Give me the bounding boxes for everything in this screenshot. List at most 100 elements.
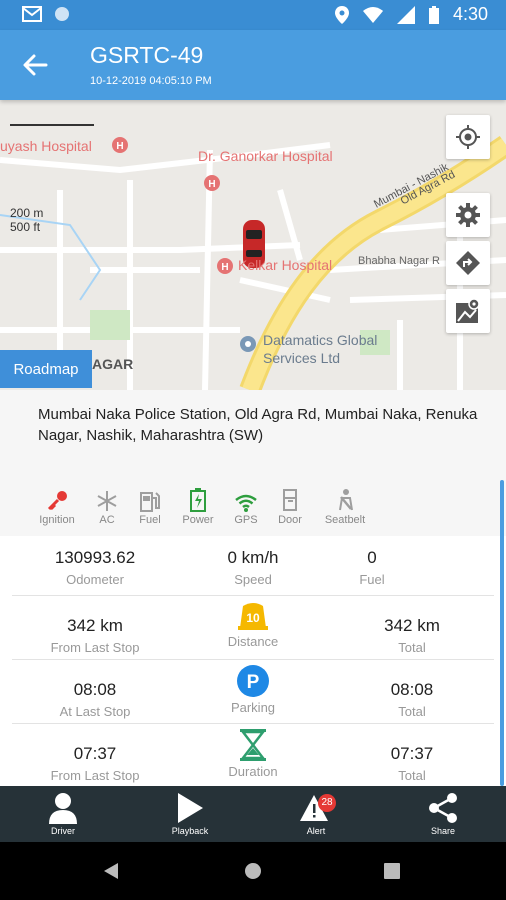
snowflake-icon (97, 491, 117, 511)
alert-badge: 28 (318, 794, 336, 812)
status-icons-row: Ignition AC Fuel Power GPS Door Seatbelt (0, 480, 506, 536)
back-arrow-icon[interactable] (20, 50, 50, 80)
directions-icon (456, 251, 480, 275)
parking-icon: P (237, 665, 269, 697)
metric-row-distance: 342 km From Last Stop 10 Distance 342 km… (12, 596, 494, 660)
fuel-label: Fuel (359, 572, 385, 587)
status-label-door: Door (278, 514, 302, 526)
app-bar: GSRTC-49 10-12-2019 04:05:10 PM (0, 30, 506, 100)
fuel-cell: 0 Fuel (322, 548, 422, 587)
map-label-hospital3: Kelkar Hospital (238, 257, 333, 273)
map-label-poi-line1: Datamatics Global (263, 332, 378, 348)
duration-last-stop-cell: 07:37 From Last Stop (20, 744, 170, 783)
hourglass-icon (240, 729, 266, 761)
door-icon (283, 489, 297, 511)
nav-home-icon[interactable] (244, 862, 262, 880)
share-label: Share (430, 826, 456, 836)
status-door: Door (262, 486, 318, 526)
crosshair-icon (456, 125, 480, 149)
speed-cell: 0 km/h Speed (178, 548, 328, 587)
map-label-hospital1: uyash Hospital (0, 138, 92, 154)
playback-button[interactable]: Playback (150, 790, 230, 836)
status-time: 4:30 (452, 4, 488, 24)
duration-label: Duration (228, 764, 278, 779)
duration-last-stop-value: 07:37 (73, 744, 117, 763)
address-text: Mumbai Naka Police Station, Old Agra Rd,… (0, 390, 506, 480)
seatbelt-icon (339, 489, 353, 511)
share-button[interactable]: Share (403, 790, 483, 836)
map-label-hospital2: Dr. Ganorkar Hospital (198, 148, 333, 164)
directions-button[interactable] (446, 241, 490, 285)
scale-feet: 500 ft (10, 220, 41, 234)
status-label-ac: AC (99, 514, 115, 526)
map-scale: 200 m 500 ft (10, 206, 43, 234)
wifi-icon (235, 494, 257, 512)
circle-icon (55, 7, 69, 21)
metrics-panel: 130993.62 Odometer 0 km/h Speed 0 Fuel 3… (0, 536, 506, 786)
page-title: GSRTC-49 (90, 42, 204, 68)
duration-cell: Duration (178, 728, 328, 779)
parking-last-stop-value: 08:08 (73, 680, 117, 699)
distance-last-stop-value: 342 km (67, 616, 123, 635)
key-icon (47, 491, 67, 511)
map-layers-button[interactable] (446, 289, 490, 333)
distance-label: Distance (227, 634, 279, 649)
alert-button[interactable]: 28 Alert (276, 790, 356, 836)
alert-label: Alert (306, 826, 326, 836)
status-label-ignition: Ignition (39, 514, 75, 526)
parking-total-label: Total (398, 704, 426, 719)
distance-total-cell: 342 km Total (337, 616, 487, 655)
distance-last-stop-label: From Last Stop (50, 640, 140, 655)
bottom-action-bar: Driver Playback 28 Alert Share (0, 786, 506, 842)
nav-recents-icon[interactable] (384, 863, 400, 879)
settings-button[interactable] (446, 193, 490, 237)
scale-meters: 200 m (10, 206, 44, 220)
duration-total-label: Total (398, 768, 426, 783)
distance-total-value: 342 km (384, 616, 440, 635)
fuel-value: 0 (367, 548, 377, 567)
driver-button[interactable]: Driver (23, 790, 103, 836)
distance-last-stop-cell: 342 km From Last Stop (20, 616, 170, 655)
distance-total-label: Total (398, 640, 426, 655)
map-view[interactable]: H H H 200 m 500 ft uyash Hospital Dr. Ga… (0, 100, 506, 390)
status-label-power: Power (182, 514, 214, 526)
distance-cell: 10 Distance (178, 598, 328, 649)
odometer-cell: 130993.62 Odometer (20, 548, 170, 587)
parking-total-value: 08:08 (390, 680, 434, 699)
duration-last-stop-label: From Last Stop (50, 768, 140, 783)
gmail-icon (22, 6, 42, 22)
my-location-button[interactable] (446, 115, 490, 159)
speed-label: Speed (234, 572, 272, 587)
parking-badge-text: P (247, 672, 260, 693)
roadmap-button[interactable]: Roadmap (0, 350, 92, 388)
status-ignition: Ignition (29, 486, 85, 526)
wifi-status-icon (362, 6, 383, 23)
page-subtitle: 10-12-2019 04:05:10 PM (90, 75, 212, 87)
parking-last-stop-label: At Last Stop (59, 704, 131, 719)
odometer-value: 130993.62 (54, 548, 136, 567)
duration-total-cell: 07:37 Total (337, 744, 487, 783)
battery-icon (190, 488, 206, 512)
map-label-road3: Bhabha Nagar R (358, 255, 440, 267)
map-label-poi-line2: Services Ltd (263, 350, 341, 366)
distance-badge-icon: 10 (238, 603, 268, 630)
distance-badge-text: 10 (246, 611, 260, 625)
metric-row-speed: 130993.62 Odometer 0 km/h Speed 0 Fuel (12, 536, 494, 596)
scale-bar (10, 124, 94, 126)
scrollbar[interactable] (500, 480, 504, 786)
gear-icon (456, 203, 480, 227)
nav-back-icon[interactable] (102, 862, 120, 880)
parking-last-stop-cell: 08:08 At Last Stop (20, 680, 170, 719)
status-bar: 4:30 (0, 0, 506, 30)
parking-label: Parking (230, 700, 276, 715)
driver-icon (49, 793, 77, 824)
svg-text:H: H (221, 262, 228, 273)
odometer-label: Odometer (66, 572, 124, 587)
svg-text:H: H (116, 141, 123, 152)
map-label-area: AGAR (92, 356, 134, 372)
svg-text:H: H (208, 179, 215, 190)
fuel-pump-icon (140, 492, 160, 512)
play-icon (178, 793, 203, 823)
playback-label: Playback (171, 826, 209, 836)
map-pin-icon (456, 298, 480, 323)
